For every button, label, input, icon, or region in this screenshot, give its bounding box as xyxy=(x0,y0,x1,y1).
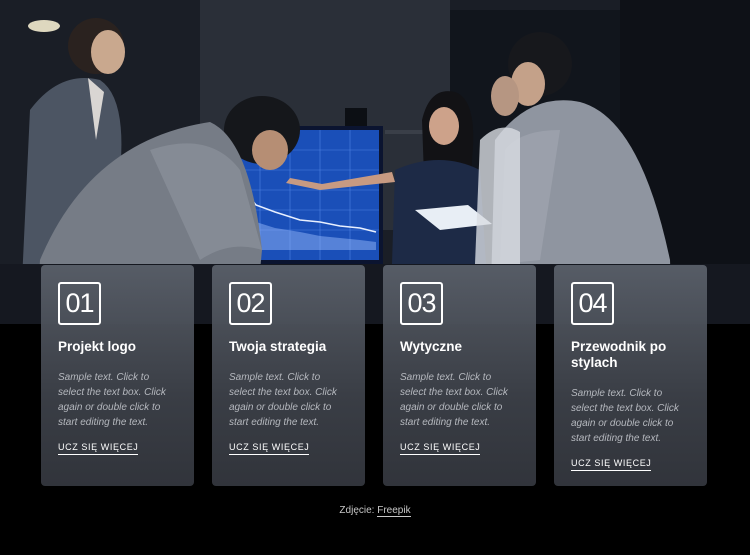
feature-card-2: 02 Twoja strategia Sample text. Click to… xyxy=(212,265,365,486)
feature-card-3: 03 Wytyczne Sample text. Click to select… xyxy=(383,265,536,486)
card-title[interactable]: Wytyczne xyxy=(400,339,519,355)
card-number: 04 xyxy=(571,282,614,325)
card-title[interactable]: Przewodnik po stylach xyxy=(571,339,690,371)
learn-more-link[interactable]: UCZ SIĘ WIĘCEJ xyxy=(400,442,481,455)
learn-more-link[interactable]: UCZ SIĘ WIĘCEJ xyxy=(229,442,310,455)
feature-card-4: 04 Przewodnik po stylach Sample text. Cl… xyxy=(554,265,707,486)
credit-link[interactable]: Freepik xyxy=(377,505,411,517)
photo-credit: Zdjęcie: Freepik xyxy=(0,505,750,517)
card-description[interactable]: Sample text. Click to select the text bo… xyxy=(400,370,519,430)
card-number: 01 xyxy=(58,282,101,325)
card-description[interactable]: Sample text. Click to select the text bo… xyxy=(229,370,348,430)
card-description[interactable]: Sample text. Click to select the text bo… xyxy=(571,386,690,446)
card-number: 03 xyxy=(400,282,443,325)
card-title[interactable]: Projekt logo xyxy=(58,339,177,355)
credit-prefix: Zdjęcie: xyxy=(339,505,375,516)
card-title[interactable]: Twoja strategia xyxy=(229,339,348,355)
learn-more-link[interactable]: UCZ SIĘ WIĘCEJ xyxy=(58,442,139,455)
card-number: 02 xyxy=(229,282,272,325)
card-description[interactable]: Sample text. Click to select the text bo… xyxy=(58,370,177,430)
feature-card-1: 01 Projekt logo Sample text. Click to se… xyxy=(41,265,194,486)
learn-more-link[interactable]: UCZ SIĘ WIĘCEJ xyxy=(571,458,652,471)
